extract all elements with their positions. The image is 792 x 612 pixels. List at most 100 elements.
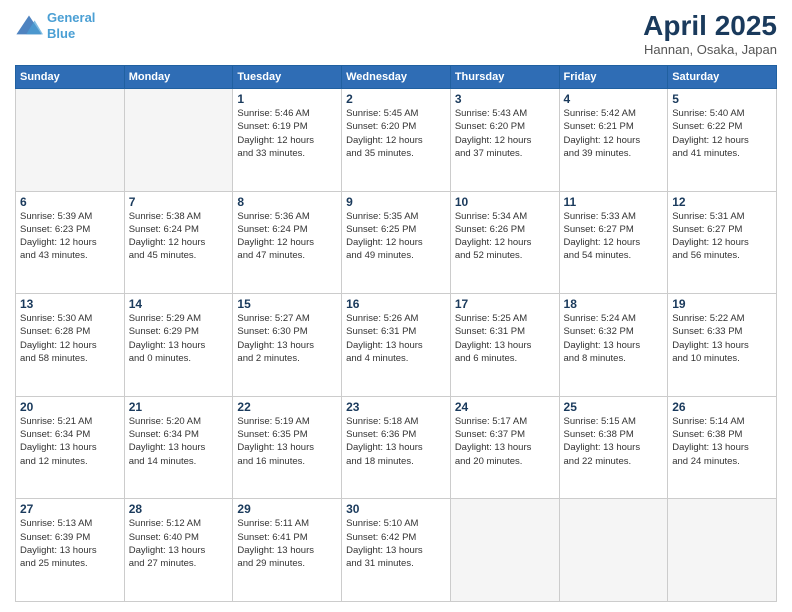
calendar-cell: 20Sunrise: 5:21 AM Sunset: 6:34 PM Dayli… [16,396,125,499]
calendar-cell: 14Sunrise: 5:29 AM Sunset: 6:29 PM Dayli… [124,294,233,397]
col-header-thursday: Thursday [450,66,559,89]
day-info: Sunrise: 5:17 AM Sunset: 6:37 PM Dayligh… [455,415,555,468]
calendar-cell: 4Sunrise: 5:42 AM Sunset: 6:21 PM Daylig… [559,89,668,192]
day-info: Sunrise: 5:18 AM Sunset: 6:36 PM Dayligh… [346,415,446,468]
calendar-cell: 15Sunrise: 5:27 AM Sunset: 6:30 PM Dayli… [233,294,342,397]
calendar-cell: 27Sunrise: 5:13 AM Sunset: 6:39 PM Dayli… [16,499,125,602]
calendar-cell [16,89,125,192]
day-number: 21 [129,400,229,414]
header: General Blue April 2025 Hannan, Osaka, J… [15,10,777,57]
day-info: Sunrise: 5:40 AM Sunset: 6:22 PM Dayligh… [672,107,772,160]
day-info: Sunrise: 5:12 AM Sunset: 6:40 PM Dayligh… [129,517,229,570]
logo-text: General Blue [47,10,95,41]
day-info: Sunrise: 5:20 AM Sunset: 6:34 PM Dayligh… [129,415,229,468]
calendar-cell [124,89,233,192]
calendar-cell: 13Sunrise: 5:30 AM Sunset: 6:28 PM Dayli… [16,294,125,397]
day-number: 1 [237,92,337,106]
day-number: 23 [346,400,446,414]
day-info: Sunrise: 5:46 AM Sunset: 6:19 PM Dayligh… [237,107,337,160]
day-info: Sunrise: 5:33 AM Sunset: 6:27 PM Dayligh… [564,210,664,263]
calendar-cell: 10Sunrise: 5:34 AM Sunset: 6:26 PM Dayli… [450,191,559,294]
day-number: 4 [564,92,664,106]
day-number: 22 [237,400,337,414]
day-number: 11 [564,195,664,209]
title-block: April 2025 Hannan, Osaka, Japan [643,10,777,57]
calendar-cell: 6Sunrise: 5:39 AM Sunset: 6:23 PM Daylig… [16,191,125,294]
day-info: Sunrise: 5:38 AM Sunset: 6:24 PM Dayligh… [129,210,229,263]
calendar-cell: 25Sunrise: 5:15 AM Sunset: 6:38 PM Dayli… [559,396,668,499]
day-info: Sunrise: 5:11 AM Sunset: 6:41 PM Dayligh… [237,517,337,570]
day-info: Sunrise: 5:39 AM Sunset: 6:23 PM Dayligh… [20,210,120,263]
day-info: Sunrise: 5:14 AM Sunset: 6:38 PM Dayligh… [672,415,772,468]
calendar-cell: 26Sunrise: 5:14 AM Sunset: 6:38 PM Dayli… [668,396,777,499]
day-number: 15 [237,297,337,311]
day-info: Sunrise: 5:31 AM Sunset: 6:27 PM Dayligh… [672,210,772,263]
calendar-cell: 1Sunrise: 5:46 AM Sunset: 6:19 PM Daylig… [233,89,342,192]
calendar-cell: 30Sunrise: 5:10 AM Sunset: 6:42 PM Dayli… [342,499,451,602]
day-number: 28 [129,502,229,516]
day-number: 20 [20,400,120,414]
day-number: 5 [672,92,772,106]
calendar-cell: 3Sunrise: 5:43 AM Sunset: 6:20 PM Daylig… [450,89,559,192]
day-number: 13 [20,297,120,311]
week-row-5: 27Sunrise: 5:13 AM Sunset: 6:39 PM Dayli… [16,499,777,602]
day-info: Sunrise: 5:30 AM Sunset: 6:28 PM Dayligh… [20,312,120,365]
week-row-4: 20Sunrise: 5:21 AM Sunset: 6:34 PM Dayli… [16,396,777,499]
col-header-tuesday: Tuesday [233,66,342,89]
calendar-cell: 9Sunrise: 5:35 AM Sunset: 6:25 PM Daylig… [342,191,451,294]
day-info: Sunrise: 5:15 AM Sunset: 6:38 PM Dayligh… [564,415,664,468]
day-info: Sunrise: 5:29 AM Sunset: 6:29 PM Dayligh… [129,312,229,365]
location: Hannan, Osaka, Japan [643,42,777,57]
calendar-table: SundayMondayTuesdayWednesdayThursdayFrid… [15,65,777,602]
week-row-1: 1Sunrise: 5:46 AM Sunset: 6:19 PM Daylig… [16,89,777,192]
day-info: Sunrise: 5:43 AM Sunset: 6:20 PM Dayligh… [455,107,555,160]
month-title: April 2025 [643,10,777,42]
day-number: 30 [346,502,446,516]
calendar-cell: 7Sunrise: 5:38 AM Sunset: 6:24 PM Daylig… [124,191,233,294]
calendar-cell [668,499,777,602]
day-number: 16 [346,297,446,311]
calendar-cell: 17Sunrise: 5:25 AM Sunset: 6:31 PM Dayli… [450,294,559,397]
page: General Blue April 2025 Hannan, Osaka, J… [0,0,792,612]
day-number: 7 [129,195,229,209]
day-number: 10 [455,195,555,209]
col-header-sunday: Sunday [16,66,125,89]
day-number: 12 [672,195,772,209]
calendar-cell: 19Sunrise: 5:22 AM Sunset: 6:33 PM Dayli… [668,294,777,397]
week-row-2: 6Sunrise: 5:39 AM Sunset: 6:23 PM Daylig… [16,191,777,294]
calendar-cell: 21Sunrise: 5:20 AM Sunset: 6:34 PM Dayli… [124,396,233,499]
calendar-cell: 22Sunrise: 5:19 AM Sunset: 6:35 PM Dayli… [233,396,342,499]
day-number: 18 [564,297,664,311]
calendar-cell: 29Sunrise: 5:11 AM Sunset: 6:41 PM Dayli… [233,499,342,602]
day-info: Sunrise: 5:45 AM Sunset: 6:20 PM Dayligh… [346,107,446,160]
calendar-cell: 8Sunrise: 5:36 AM Sunset: 6:24 PM Daylig… [233,191,342,294]
day-info: Sunrise: 5:19 AM Sunset: 6:35 PM Dayligh… [237,415,337,468]
day-info: Sunrise: 5:36 AM Sunset: 6:24 PM Dayligh… [237,210,337,263]
day-info: Sunrise: 5:22 AM Sunset: 6:33 PM Dayligh… [672,312,772,365]
logo: General Blue [15,10,95,41]
calendar-cell: 24Sunrise: 5:17 AM Sunset: 6:37 PM Dayli… [450,396,559,499]
day-number: 17 [455,297,555,311]
day-number: 8 [237,195,337,209]
day-info: Sunrise: 5:42 AM Sunset: 6:21 PM Dayligh… [564,107,664,160]
day-info: Sunrise: 5:35 AM Sunset: 6:25 PM Dayligh… [346,210,446,263]
day-number: 6 [20,195,120,209]
col-header-monday: Monday [124,66,233,89]
calendar-cell: 16Sunrise: 5:26 AM Sunset: 6:31 PM Dayli… [342,294,451,397]
day-info: Sunrise: 5:13 AM Sunset: 6:39 PM Dayligh… [20,517,120,570]
calendar-cell: 2Sunrise: 5:45 AM Sunset: 6:20 PM Daylig… [342,89,451,192]
day-number: 24 [455,400,555,414]
day-info: Sunrise: 5:24 AM Sunset: 6:32 PM Dayligh… [564,312,664,365]
calendar-cell: 18Sunrise: 5:24 AM Sunset: 6:32 PM Dayli… [559,294,668,397]
day-number: 27 [20,502,120,516]
calendar-cell: 23Sunrise: 5:18 AM Sunset: 6:36 PM Dayli… [342,396,451,499]
calendar-cell: 28Sunrise: 5:12 AM Sunset: 6:40 PM Dayli… [124,499,233,602]
col-header-wednesday: Wednesday [342,66,451,89]
week-row-3: 13Sunrise: 5:30 AM Sunset: 6:28 PM Dayli… [16,294,777,397]
day-info: Sunrise: 5:34 AM Sunset: 6:26 PM Dayligh… [455,210,555,263]
day-number: 26 [672,400,772,414]
logo-icon [15,12,43,40]
calendar-header-row: SundayMondayTuesdayWednesdayThursdayFrid… [16,66,777,89]
calendar-cell: 11Sunrise: 5:33 AM Sunset: 6:27 PM Dayli… [559,191,668,294]
col-header-friday: Friday [559,66,668,89]
